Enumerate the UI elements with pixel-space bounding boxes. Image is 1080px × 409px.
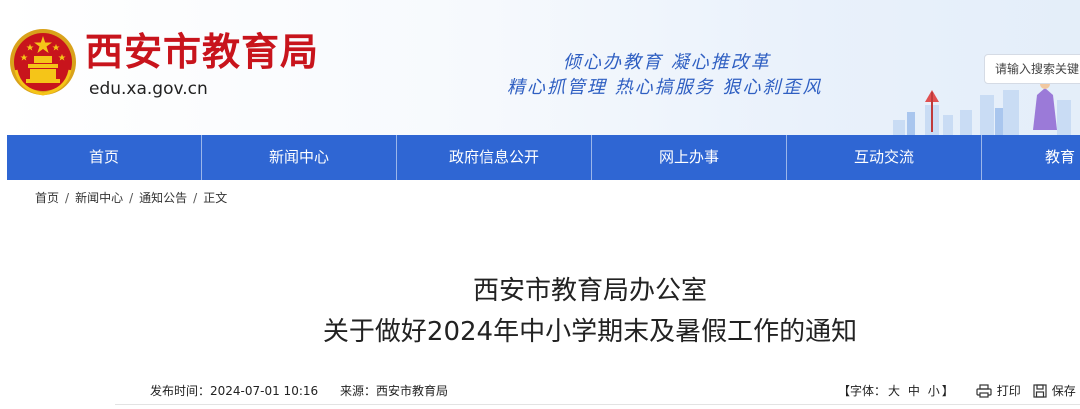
nav-item-interaction[interactable]: 互动交流: [787, 135, 982, 180]
breadcrumb-home[interactable]: 首页: [35, 191, 59, 205]
print-button[interactable]: 打印: [976, 383, 1021, 399]
font-size-label: 【字体：: [838, 384, 887, 398]
breadcrumb: 首页 / 新闻中心 / 通知公告 / 正文: [35, 190, 227, 206]
nav-item-online-services[interactable]: 网上办事: [592, 135, 787, 180]
nav-item-gov-info[interactable]: 政府信息公开: [397, 135, 592, 180]
article-meta: 发布时间：2024-07-01 10:16 来源：西安市教育局: [150, 383, 466, 399]
breadcrumb-news[interactable]: 新闻中心: [75, 191, 123, 205]
national-emblem-icon: [10, 29, 76, 96]
breadcrumb-notices[interactable]: 通知公告: [139, 191, 187, 205]
save-icon: [1033, 384, 1047, 398]
printer-icon: [976, 384, 992, 398]
publish-time: 发布时间：2024-07-01 10:16: [150, 384, 319, 398]
main-nav: 首页 新闻中心 政府信息公开 网上办事 互动交流 教育: [7, 135, 1080, 180]
site-domain: edu.xa.gov.cn: [89, 79, 208, 99]
nav-item-home[interactable]: 首页: [7, 135, 202, 180]
site-title[interactable]: 西安市教育局: [85, 30, 319, 74]
site-header: 西安市教育局 edu.xa.gov.cn 倾心办教育 凝心推改革 精心抓管理 热…: [0, 0, 1080, 135]
divider: [115, 404, 1080, 405]
breadcrumb-current: 正文: [203, 191, 228, 205]
print-label: 打印: [996, 384, 1021, 398]
article-source: 来源：西安市教育局: [339, 384, 448, 398]
breadcrumb-separator: /: [129, 191, 134, 205]
slogan-line-2: 精心抓管理 热心搞服务 狠心刹歪风: [507, 77, 823, 98]
article-tools: 【字体：大 中 小】 打印 保存: [838, 383, 1080, 399]
save-label: 保存: [1051, 384, 1076, 398]
search-input[interactable]: [984, 54, 1080, 84]
font-medium-button[interactable]: 中: [908, 384, 920, 398]
font-large-button[interactable]: 大: [888, 384, 900, 398]
article-title-line-1: 西安市教育局办公室: [472, 276, 707, 306]
breadcrumb-separator: /: [65, 191, 70, 205]
slogan-line-1: 倾心办教育 凝心推改革: [563, 52, 771, 73]
article-title-line-2: 关于做好2024年中小学期末及暑假工作的通知: [322, 317, 858, 347]
save-button[interactable]: 保存: [1033, 383, 1076, 399]
nav-item-education[interactable]: 教育: [982, 135, 1080, 180]
font-size-close: 】: [941, 384, 954, 398]
nav-item-news[interactable]: 新闻中心: [202, 135, 397, 180]
breadcrumb-separator: /: [193, 191, 198, 205]
font-size-control: 【字体：大 中 小】: [838, 383, 954, 399]
font-small-button[interactable]: 小: [928, 384, 940, 398]
